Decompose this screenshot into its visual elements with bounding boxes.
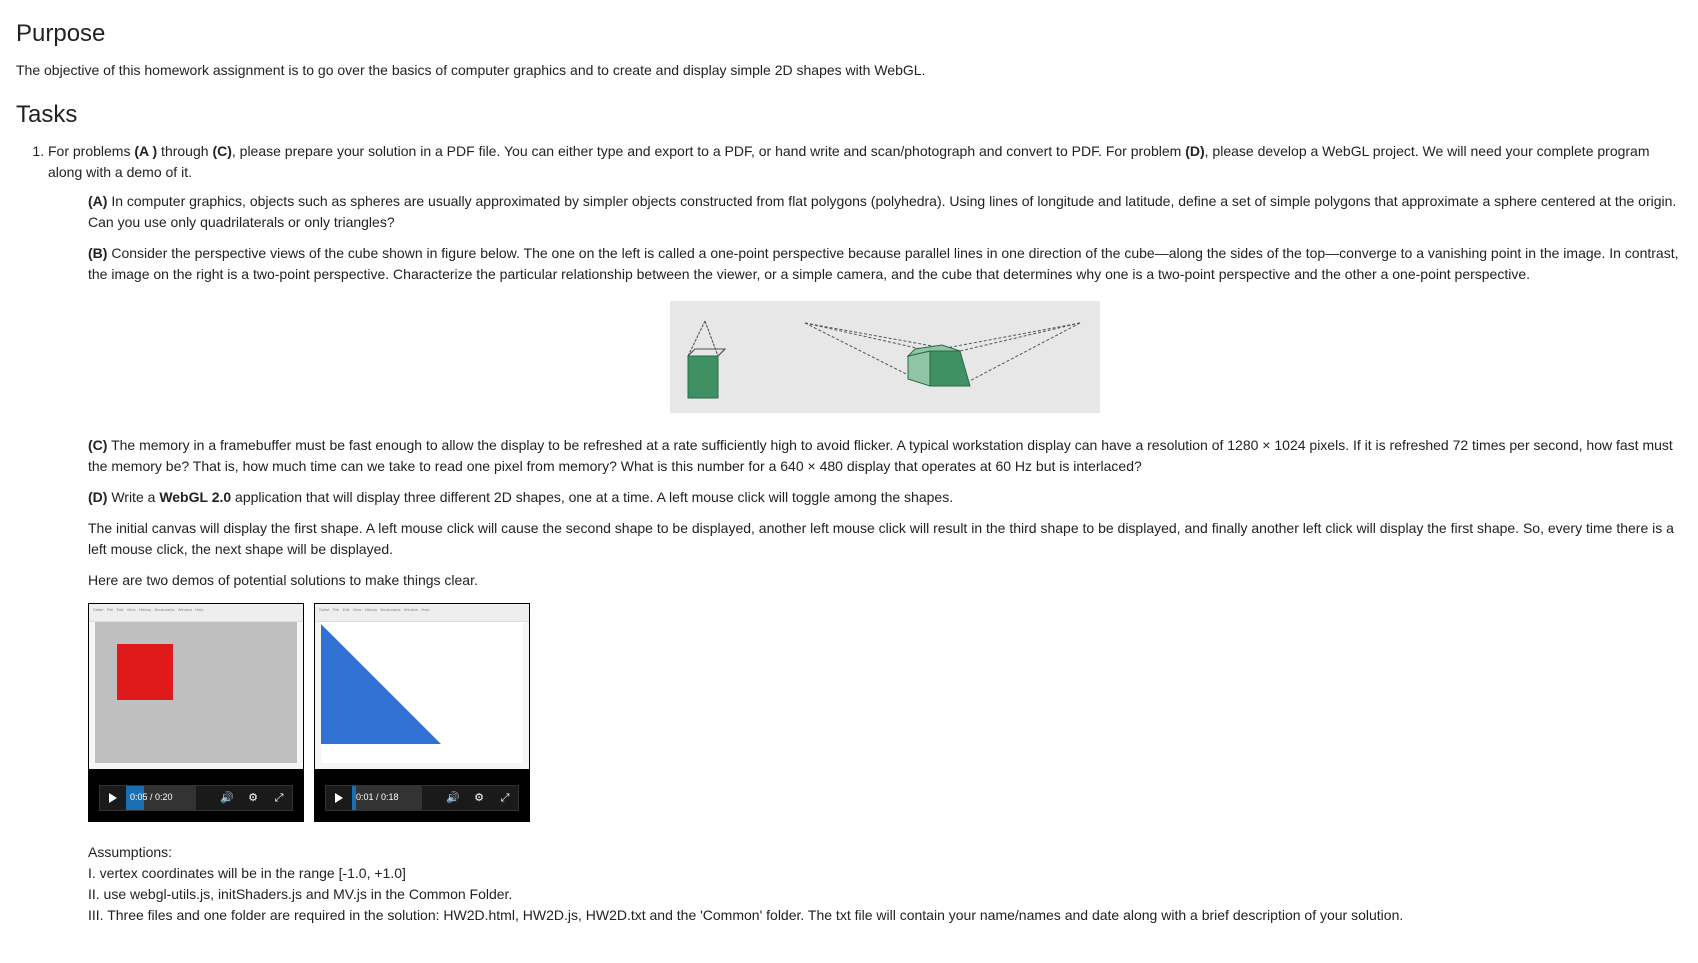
problem-a: (A) In computer graphics, objects such a… <box>88 191 1682 233</box>
task-1: For problems (A ) through (C), please pr… <box>48 141 1682 926</box>
purpose-text: The objective of this homework assignmen… <box>16 60 1682 81</box>
assumption-ii: II. use webgl-utils.js, initShaders.js a… <box>88 884 1682 905</box>
mock-browser-chrome: Safari File Edit View History Bookmarks … <box>315 604 529 622</box>
video-1-frame: Safari File Edit View History Bookmarks … <box>89 604 303 769</box>
assumptions-heading: Assumptions: <box>88 842 1682 863</box>
mock-browser-chrome: Safari File Edit View History Bookmarks … <box>89 604 303 622</box>
task-intro-mid1: through <box>157 143 212 159</box>
problem-d-p2: The initial canvas will display the firs… <box>88 518 1682 560</box>
video-1-controls: 0:05 / 0:20 🔊 ⚙ ⤢ <box>99 785 293 811</box>
play-icon <box>335 793 343 803</box>
problem-d-post: application that will display three diff… <box>231 489 953 505</box>
task-intro-b2: (C) <box>212 143 231 159</box>
demo-canvas-1 <box>95 622 297 763</box>
purpose-heading: Purpose <box>16 16 1682 52</box>
settings-button[interactable]: ⚙ <box>466 786 492 810</box>
problem-d-label: (D) <box>88 489 107 505</box>
task-intro-b3: (D) <box>1185 143 1204 159</box>
assumption-iii: III. Three files and one folder are requ… <box>88 905 1682 926</box>
problem-d-p3: Here are two demos of potential solution… <box>88 570 1682 591</box>
problem-a-label: (A) <box>88 193 107 209</box>
video-2-controls: 0:01 / 0:18 🔊 ⚙ ⤢ <box>325 785 519 811</box>
play-icon <box>109 793 117 803</box>
time-display: 0:05 / 0:20 <box>126 791 173 805</box>
demo-canvas-2 <box>321 622 523 763</box>
problem-c-text: The memory in a framebuffer must be fast… <box>88 437 1673 474</box>
problem-d: (D) Write a WebGL 2.0 application that w… <box>88 487 1682 508</box>
problem-b-label: (B) <box>88 245 107 261</box>
fullscreen-button[interactable]: ⤢ <box>266 786 292 810</box>
task-intro-mid2: , please prepare your solution in a PDF … <box>232 143 1185 159</box>
volume-button[interactable]: 🔊 <box>440 786 466 810</box>
settings-button[interactable]: ⚙ <box>240 786 266 810</box>
tasks-heading: Tasks <box>16 97 1682 133</box>
assumptions: Assumptions: I. vertex coordinates will … <box>88 842 1682 926</box>
task-intro-pre: For problems <box>48 143 134 159</box>
time-display: 0:01 / 0:18 <box>352 791 399 805</box>
problem-c: (C) The memory in a framebuffer must be … <box>88 435 1682 477</box>
problem-d-bold: WebGL 2.0 <box>159 489 231 505</box>
demo-video-1[interactable]: Safari File Edit View History Bookmarks … <box>88 603 304 822</box>
assumption-i: I. vertex coordinates will be in the ran… <box>88 863 1682 884</box>
problem-d-pre: Write a <box>107 489 159 505</box>
problem-b-text: Consider the perspective views of the cu… <box>88 245 1678 282</box>
blue-triangle-shape <box>321 624 441 744</box>
play-button[interactable] <box>326 786 352 810</box>
red-square-shape <box>117 644 173 700</box>
problem-a-text: In computer graphics, objects such as sp… <box>88 193 1676 230</box>
play-button[interactable] <box>100 786 126 810</box>
video-2-frame: Safari File Edit View History Bookmarks … <box>315 604 529 769</box>
progress-bar[interactable]: 0:01 / 0:18 <box>352 786 422 810</box>
problem-c-label: (C) <box>88 437 107 453</box>
task-intro-b1: (A ) <box>134 143 157 159</box>
fullscreen-button[interactable]: ⤢ <box>492 786 518 810</box>
demo-video-2[interactable]: Safari File Edit View History Bookmarks … <box>314 603 530 822</box>
perspective-figure <box>88 301 1682 419</box>
volume-button[interactable]: 🔊 <box>214 786 240 810</box>
progress-bar[interactable]: 0:05 / 0:20 <box>126 786 196 810</box>
problem-b: (B) Consider the perspective views of th… <box>88 243 1682 285</box>
